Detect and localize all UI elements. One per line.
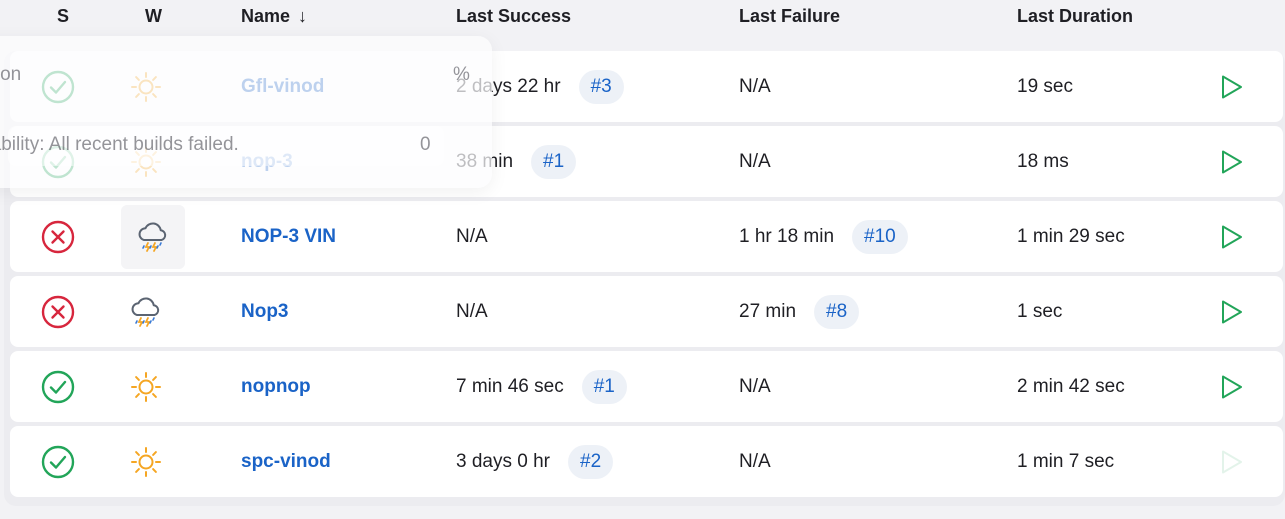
build-number-badge[interactable]: #8 [814, 294, 860, 329]
check-circle-icon [40, 369, 76, 405]
job-name-link[interactable]: spc-vinod [241, 451, 331, 473]
header-last-success[interactable]: Last Success [456, 6, 571, 27]
last-success-cell: 38 min #1 [456, 144, 577, 179]
last-duration-text: 18 ms [1017, 150, 1069, 172]
table-row: Gfl-vinod 2 days 22 hr #3 N/A 19 sec [10, 51, 1283, 122]
play-icon[interactable] [1217, 373, 1245, 401]
build-number-badge[interactable]: #2 [568, 444, 614, 479]
play-icon[interactable] [1217, 448, 1245, 476]
header-status[interactable]: S [57, 6, 69, 27]
check-circle-icon [40, 69, 76, 105]
last-failure-text: 1 hr 18 min [739, 225, 835, 247]
header-last-failure[interactable]: Last Failure [739, 6, 840, 27]
last-success-text: N/A [456, 225, 488, 247]
play-icon[interactable] [1217, 73, 1245, 101]
last-success-cell: 3 days 0 hr #2 [456, 444, 614, 479]
check-circle-icon [40, 144, 76, 180]
last-duration-text: 1 sec [1017, 300, 1063, 322]
header-weather[interactable]: W [145, 6, 162, 27]
play-icon[interactable] [1217, 148, 1245, 176]
last-failure-text: N/A [739, 450, 771, 472]
last-success-text: 38 min [456, 150, 514, 172]
header-last-duration[interactable]: Last Duration [1017, 6, 1133, 27]
sun-icon[interactable] [126, 442, 166, 482]
job-name-link[interactable]: nop-3 [241, 151, 293, 173]
build-number-badge[interactable]: #1 [531, 144, 577, 179]
last-success-cell: N/A [456, 226, 488, 248]
job-name-link[interactable]: NOP-3 VIN [241, 226, 336, 248]
table-row: nopnop 7 min 46 sec #1 N/A 2 min 42 sec [10, 351, 1283, 422]
dashboard-job-list: S W Name ↓ Last Success Last Failure Last… [0, 0, 1285, 519]
build-number-badge[interactable]: #1 [581, 369, 627, 404]
last-duration-text: 19 sec [1017, 75, 1073, 97]
x-circle-icon [40, 294, 76, 330]
table-row: NOP-3 VIN N/A 1 hr 18 min #10 1 min 29 s… [10, 201, 1283, 272]
last-failure-cell: N/A [739, 376, 771, 398]
build-number-badge[interactable]: #3 [578, 69, 624, 104]
x-circle-icon [40, 219, 76, 255]
last-success-cell: 2 days 22 hr #3 [456, 69, 624, 104]
table-header: S W Name ↓ Last Success Last Failure Last… [0, 0, 1285, 34]
table-row: spc-vinod 3 days 0 hr #2 N/A 1 min 7 sec [10, 426, 1283, 497]
last-failure-cell: N/A [739, 451, 771, 473]
last-failure-text: 27 min [739, 300, 797, 322]
storm-cloud-icon[interactable] [121, 204, 185, 269]
last-failure-text: N/A [739, 150, 771, 172]
play-icon[interactable] [1217, 223, 1245, 251]
job-name-link[interactable]: Gfl-vinod [241, 76, 324, 98]
last-duration-text: 1 min 29 sec [1017, 225, 1125, 247]
sort-down-icon: ↓ [298, 6, 308, 26]
last-failure-text: N/A [739, 75, 771, 97]
sun-icon[interactable] [126, 367, 166, 407]
last-success-text: N/A [456, 300, 488, 322]
last-success-text: 2 days 22 hr [456, 75, 561, 97]
last-failure-cell: 27 min #8 [739, 294, 860, 329]
last-failure-cell: N/A [739, 151, 771, 173]
header-name-label: Name [241, 6, 291, 26]
sun-icon[interactable] [126, 67, 166, 107]
build-number-badge[interactable]: #10 [852, 219, 908, 254]
header-name[interactable]: Name ↓ [241, 6, 307, 27]
table-row: nop-3 38 min #1 N/A 18 ms [10, 126, 1283, 197]
job-name-link[interactable]: Nop3 [241, 301, 289, 323]
check-circle-icon [40, 444, 76, 480]
job-name-link[interactable]: nopnop [241, 376, 311, 398]
last-duration-text: 1 min 7 sec [1017, 450, 1115, 472]
last-success-text: 7 min 46 sec [456, 375, 564, 397]
last-failure-cell: N/A [739, 76, 771, 98]
last-failure-cell: 1 hr 18 min #10 [739, 219, 908, 254]
table-row: Nop3 N/A 27 min #8 1 sec [10, 276, 1283, 347]
last-success-text: 3 days 0 hr [456, 450, 550, 472]
last-failure-text: N/A [739, 375, 771, 397]
sun-icon[interactable] [126, 142, 166, 182]
play-icon[interactable] [1217, 298, 1245, 326]
storm-cloud-icon[interactable] [126, 292, 166, 332]
last-success-cell: N/A [456, 301, 488, 323]
job-table: Gfl-vinod 2 days 22 hr #3 N/A 19 sec nop… [4, 51, 1285, 506]
last-duration-text: 2 min 42 sec [1017, 375, 1125, 397]
last-success-cell: 7 min 46 sec #1 [456, 369, 627, 404]
